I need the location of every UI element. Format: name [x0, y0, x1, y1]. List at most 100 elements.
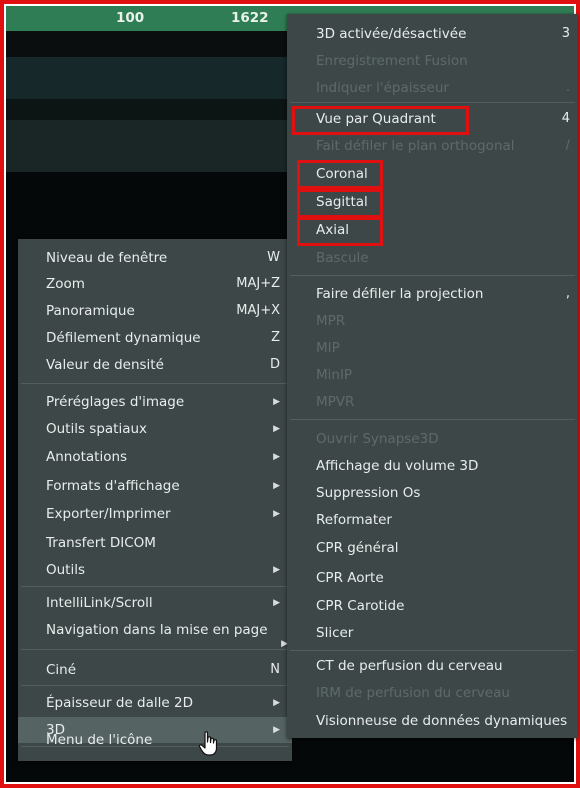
- menu-item-label: Axial: [316, 222, 349, 238]
- menu-item-label: Ouvrir Synapse3D: [316, 431, 439, 447]
- submenu-item-mpvr: MPVR: [287, 389, 578, 415]
- context-menu: Niveau de fenêtre W Zoom MAJ+Z Panoramique…: [18, 239, 292, 761]
- menu-item-label: Transfert DICOM: [46, 535, 156, 551]
- menu-item-shortcut: MAJ+X: [236, 303, 280, 318]
- menu-item-label: Épaisseur de dalle 2D: [46, 695, 193, 711]
- submenu-item-cpr-aorta[interactable]: CPR Aorte: [287, 565, 578, 591]
- submenu-item-axial[interactable]: Axial: [287, 217, 578, 243]
- menu-item-label: Outils: [46, 562, 86, 578]
- menu-item-label: Fait défiler le plan orthogonal: [316, 138, 515, 154]
- menu-item-spatial-tools[interactable]: Outils spatiaux ▶: [18, 416, 292, 442]
- menu-item-window-level[interactable]: Niveau de fenêtre W: [18, 245, 292, 271]
- menu-item-shortcut: 3: [561, 26, 570, 41]
- submenu-arrow-icon: ▶: [273, 452, 280, 462]
- menu-item-shortcut: Z: [271, 330, 280, 345]
- menu-item-label: IntelliLink/Scroll: [46, 595, 153, 611]
- menu-item-intellilink-scroll[interactable]: IntelliLink/Scroll ▶: [18, 590, 292, 616]
- submenu-arrow-icon: ▶: [273, 424, 280, 434]
- submenu-item-cpr-general[interactable]: CPR général: [287, 535, 578, 561]
- menu-item-shortcut: W: [267, 250, 280, 265]
- menu-item-label: Menu de l'icône: [46, 732, 153, 748]
- submenu-item-fusion-registration: Enregistrement Fusion: [287, 48, 578, 74]
- header-value-a: 100: [116, 10, 145, 26]
- submenu-arrow-icon: ▶: [273, 598, 280, 608]
- menu-item-tools[interactable]: Outils ▶: [18, 557, 292, 583]
- submenu-item-open-synapse3d: Ouvrir Synapse3D: [287, 426, 578, 452]
- submenu-item-mpr: MPR: [287, 308, 578, 334]
- submenu-3d: 3D activée/désactivée 3 Enregistrement Fu…: [287, 14, 578, 738]
- menu-separator: [290, 275, 575, 276]
- menu-item-shortcut: /: [565, 138, 570, 153]
- menu-item-dynamic-scroll[interactable]: Défilement dynamique Z: [18, 325, 292, 351]
- submenu-item-mri-brain-perfusion: IRM de perfusion du cerveau: [287, 680, 578, 706]
- menu-item-label: Suppression Os: [316, 485, 421, 501]
- menu-separator: [290, 419, 575, 420]
- header-value-b: 1622: [231, 10, 269, 26]
- menu-item-dicom-transfer[interactable]: Transfert DICOM: [18, 530, 292, 556]
- submenu-item-toggle: Bascule: [287, 245, 578, 271]
- menu-item-label: Zoom: [46, 276, 85, 292]
- submenu-item-slicer[interactable]: Slicer: [287, 620, 578, 646]
- menu-item-label: Sagittal: [316, 194, 368, 210]
- menu-item-label: Reformater: [316, 512, 392, 528]
- menu-item-pan[interactable]: Panoramique MAJ+X: [18, 298, 292, 324]
- submenu-item-projection-scroll[interactable]: Faire défiler la projection,: [287, 281, 578, 307]
- menu-item-shortcut: MAJ+Z: [236, 276, 280, 291]
- menu-item-label: Formats d'affichage: [46, 478, 180, 494]
- menu-item-label: Vue par Quadrant: [316, 111, 436, 127]
- submenu-arrow-icon: ▶: [273, 698, 280, 708]
- menu-item-label: Bascule: [316, 250, 369, 266]
- menu-item-label: Préréglages d'image: [46, 394, 185, 410]
- submenu-item-show-thickness: Indiquer l'épaisseur.: [287, 75, 578, 101]
- menu-item-shortcut: N: [270, 662, 280, 677]
- submenu-arrow-icon: ▶: [273, 397, 280, 407]
- menu-item-label: Panoramique: [46, 303, 135, 319]
- menu-item-label: Annotations: [46, 449, 128, 465]
- submenu-item-sagittal[interactable]: Sagittal: [287, 189, 578, 215]
- menu-item-export-print[interactable]: Exporter/Imprimer ▶: [18, 501, 292, 527]
- submenu-arrow-icon: ▶: [273, 481, 280, 491]
- submenu-item-ct-brain-perfusion[interactable]: CT de perfusion du cerveau: [287, 653, 578, 679]
- menu-item-image-presets[interactable]: Préréglages d'image ▶: [18, 389, 292, 415]
- menu-item-label: Affichage du volume 3D: [316, 458, 479, 474]
- menu-item-label: CPR général: [316, 540, 399, 556]
- menu-separator: [290, 102, 575, 103]
- menu-item-shortcut: .: [565, 80, 570, 95]
- menu-item-label: IRM de perfusion du cerveau: [316, 685, 510, 701]
- menu-item-label: Outils spatiaux: [46, 421, 148, 437]
- submenu-item-mip: MIP: [287, 335, 578, 361]
- hand-cursor-icon: [198, 731, 218, 756]
- menu-item-label: Défilement dynamique: [46, 330, 201, 346]
- menu-item-layout-navigation[interactable]: Navigation dans la mise en page ▶: [18, 617, 292, 649]
- menu-item-label: 3D activée/désactivée: [316, 26, 467, 42]
- menu-item-label: Navigation dans la mise en page: [46, 622, 268, 638]
- menu-separator: [21, 383, 289, 384]
- menu-item-annotations[interactable]: Annotations ▶: [18, 444, 292, 470]
- submenu-item-quadrant-view[interactable]: Vue par Quadrant 4: [287, 106, 578, 132]
- menu-item-shortcut: 4: [561, 111, 570, 126]
- menu-item-label: Valeur de densité: [46, 357, 164, 373]
- menu-item-label: Exporter/Imprimer: [46, 506, 171, 522]
- menu-item-slab-thickness-2d[interactable]: Épaisseur de dalle 2D ▶: [18, 690, 292, 716]
- submenu-item-coronal[interactable]: Coronal: [287, 161, 578, 187]
- submenu-item-3d-volume-display[interactable]: Affichage du volume 3D: [287, 453, 578, 479]
- submenu-item-reformat[interactable]: Reformater: [287, 507, 578, 533]
- menu-item-label: CPR Carotide: [316, 598, 405, 614]
- submenu-item-dynamic-data-viewer[interactable]: Visionneuse de données dynamiques: [287, 708, 578, 734]
- menu-separator: [21, 649, 289, 650]
- menu-separator: [290, 650, 575, 651]
- menu-item-display-formats[interactable]: Formats d'affichage ▶: [18, 473, 292, 499]
- menu-item-label: Niveau de fenêtre: [46, 250, 168, 266]
- menu-item-shortcut: D: [269, 357, 280, 372]
- menu-item-cine[interactable]: Ciné N: [18, 657, 292, 683]
- submenu-item-cpr-carotid[interactable]: CPR Carotide: [287, 593, 578, 619]
- menu-item-density-value[interactable]: Valeur de densité D: [18, 352, 292, 378]
- menu-item-zoom[interactable]: Zoom MAJ+Z: [18, 271, 292, 297]
- submenu-item-bone-removal[interactable]: Suppression Os: [287, 480, 578, 506]
- menu-separator: [21, 586, 289, 587]
- submenu-item-3d-toggle[interactable]: 3D activée/désactivée 3: [287, 21, 578, 47]
- menu-item-label: Faire défiler la projection: [316, 286, 484, 302]
- submenu-arrow-icon: ▶: [273, 565, 280, 575]
- menu-item-label: Visionneuse de données dynamiques: [316, 713, 568, 729]
- menu-item-icon-menu[interactable]: Menu de l'icône: [18, 727, 292, 753]
